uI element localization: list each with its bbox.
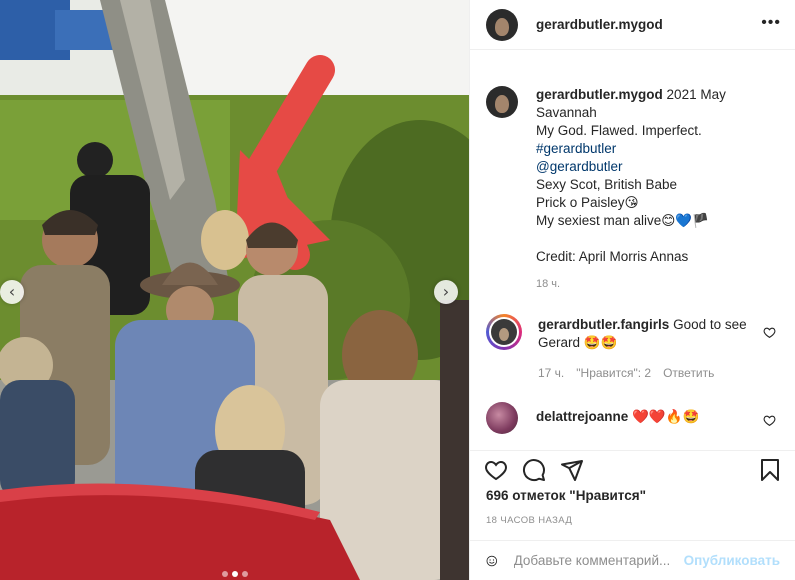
- heart-icon[interactable]: [484, 458, 508, 482]
- post-caption: gerardbutler.mygod 2021 May Savannah My …: [470, 72, 795, 293]
- comment-input[interactable]: [513, 553, 684, 568]
- comment-text: ❤️❤️🔥🤩: [632, 409, 700, 424]
- caption-line: My sexiest man alive😊💙🏴: [536, 213, 709, 228]
- chevron-right-icon: ›: [442, 282, 450, 301]
- comment-username[interactable]: delattrejoanne: [536, 409, 628, 424]
- caption-line: My God. Flawed. Imperfect.: [536, 123, 702, 138]
- caption-mention[interactable]: @gerardbutler: [536, 158, 776, 176]
- emoji-icon[interactable]: [486, 549, 498, 573]
- chevron-left-icon: ‹: [8, 282, 16, 301]
- caption-line: Prick o Paisley😘: [536, 195, 639, 210]
- post-header: gerardbutler.mygod •••: [470, 0, 795, 50]
- comment-username[interactable]: gerardbutler.fangirls: [538, 317, 669, 332]
- caption-line: 2021 May: [666, 87, 726, 102]
- post-sidebar: gerardbutler.mygod ••• gerardbutler.mygo…: [469, 0, 795, 580]
- comment-likes[interactable]: "Нравится": 2: [576, 364, 651, 382]
- likes-count[interactable]: 696 отметок "Нравится": [486, 488, 646, 503]
- caption-hashtag[interactable]: #gerardbutler: [536, 140, 776, 158]
- commenter-avatar[interactable]: [486, 314, 522, 350]
- comment-time[interactable]: 17 ч.: [538, 364, 564, 382]
- author-avatar[interactable]: [486, 8, 518, 41]
- carousel-dot: [241, 571, 248, 577]
- more-icon[interactable]: •••: [761, 14, 781, 32]
- caption-line: Sexy Scot, British Babe: [536, 177, 678, 192]
- caption-credit: Credit: April Morris Annas: [536, 249, 689, 264]
- carousel-next-button[interactable]: ›: [434, 280, 458, 304]
- author-username[interactable]: gerardbutler.mygod: [536, 17, 663, 32]
- post-actions: [470, 450, 795, 482]
- caption-time[interactable]: 18 ч.: [536, 275, 776, 293]
- comments-list[interactable]: gerardbutler.mygod 2021 May Savannah My …: [470, 72, 795, 436]
- commenter-avatar[interactable]: [486, 402, 518, 434]
- bookmark-icon[interactable]: [758, 458, 782, 482]
- comment-like-icon[interactable]: [763, 414, 776, 427]
- comment-item: gerardbutler.fangirls Good to see Gerard…: [470, 314, 795, 382]
- add-comment-bar: Опубликовать: [470, 540, 795, 580]
- photo-scene: [0, 0, 469, 580]
- carousel-prev-button[interactable]: ‹: [0, 280, 24, 304]
- carousel-dot: [221, 571, 228, 577]
- caption-username[interactable]: gerardbutler.mygod: [536, 87, 663, 102]
- share-icon[interactable]: [560, 458, 584, 482]
- carousel-dot-active: [231, 571, 238, 577]
- reply-button[interactable]: Ответить: [663, 364, 714, 382]
- post-photo[interactable]: ‹ ›: [0, 0, 469, 580]
- comment-like-icon[interactable]: [763, 326, 776, 339]
- comment-item: delattrejoanne ❤️❤️🔥🤩: [470, 402, 795, 434]
- publish-button[interactable]: Опубликовать: [684, 553, 780, 568]
- comment-meta: 17 ч. "Нравится": 2 Ответить: [538, 364, 758, 382]
- caption-line: Savannah: [536, 105, 597, 120]
- comment-icon[interactable]: [522, 458, 546, 482]
- post-timestamp[interactable]: 18 ЧАСОВ НАЗАД: [486, 515, 572, 526]
- caption-avatar[interactable]: [486, 86, 518, 118]
- carousel-indicator: [0, 571, 469, 577]
